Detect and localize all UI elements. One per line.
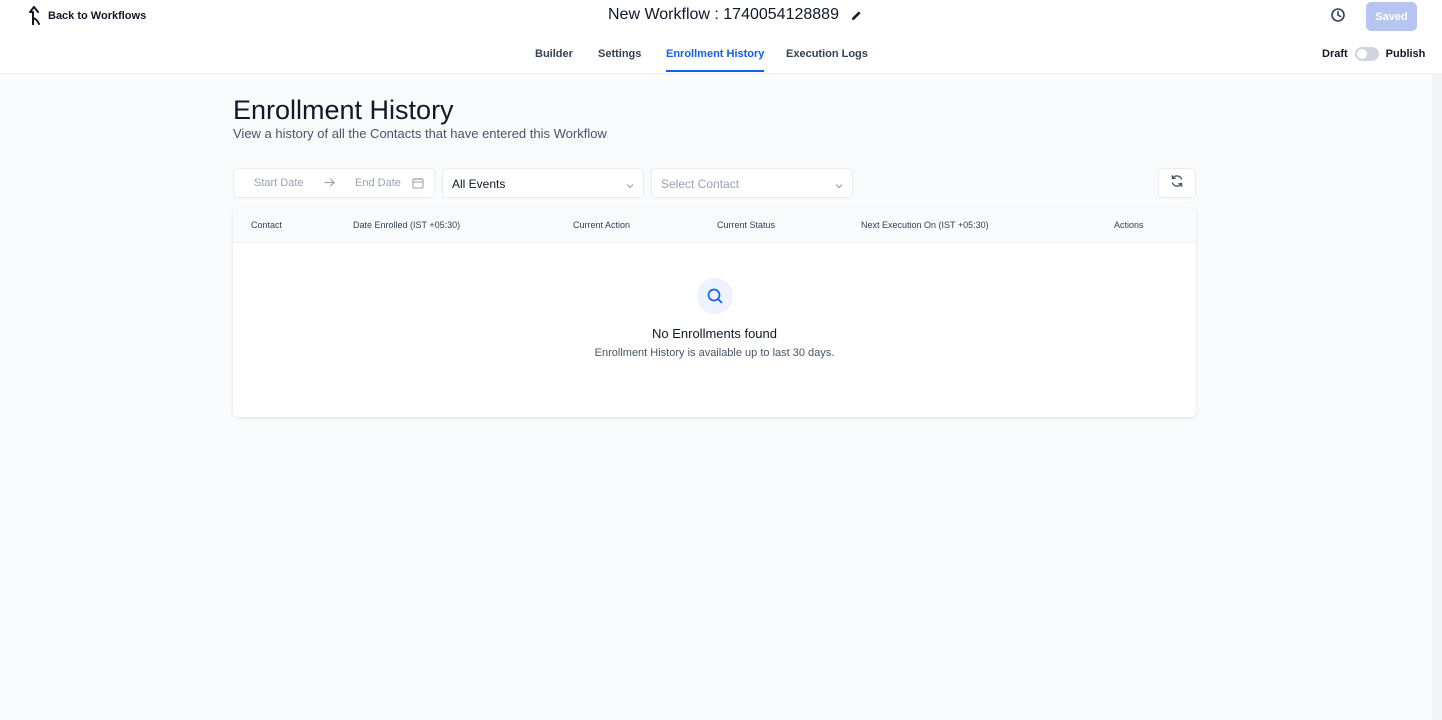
tab-enrollment-history[interactable]: Enrollment History bbox=[666, 40, 765, 72]
search-icon bbox=[697, 278, 733, 314]
workflow-title: New Workflow : 1740054128889 bbox=[608, 6, 839, 23]
contact-select-placeholder: Select Contact bbox=[661, 177, 740, 191]
page-subtitle: View a history of all the Contacts that … bbox=[233, 126, 607, 141]
contact-select[interactable]: Select Contact bbox=[651, 168, 853, 198]
events-select[interactable]: All Events bbox=[442, 168, 644, 198]
chevron-down-icon bbox=[625, 179, 635, 193]
page-title: Enrollment History bbox=[233, 95, 454, 125]
enrollment-table: Contact Date Enrolled (IST +05:30) Curre… bbox=[233, 208, 1196, 417]
draft-label: Draft bbox=[1322, 48, 1348, 60]
workflow-title-area: New Workflow : 1740054128889 bbox=[608, 5, 862, 25]
publish-toggle[interactable] bbox=[1354, 47, 1379, 61]
date-range-picker[interactable]: Start Date End Date bbox=[233, 168, 435, 198]
back-to-workflows-link[interactable]: Back to Workflows bbox=[28, 4, 146, 28]
back-link-label: Back to Workflows bbox=[48, 10, 147, 22]
pencil-icon[interactable] bbox=[851, 10, 862, 21]
refresh-button[interactable] bbox=[1158, 168, 1196, 198]
workflow-tabs: Builder Settings Enrollment History Exec… bbox=[0, 40, 1442, 72]
column-header-current-action: Current Action bbox=[573, 220, 631, 230]
top-bar: Back to Workflows New Workflow : 1740054… bbox=[0, 0, 1442, 74]
chevron-down-icon bbox=[834, 179, 844, 193]
events-select-value: All Events bbox=[452, 177, 506, 191]
empty-state-title: No Enrollments found bbox=[651, 326, 777, 341]
column-header-current-status: Current Status bbox=[717, 220, 776, 230]
page-scrollbar[interactable] bbox=[1432, 74, 1442, 720]
tab-execution-logs[interactable]: Execution Logs bbox=[786, 40, 868, 72]
refresh-icon bbox=[1170, 174, 1184, 193]
column-header-date-enrolled: Date Enrolled (IST +05:30) bbox=[353, 220, 461, 230]
tab-settings[interactable]: Settings bbox=[598, 40, 641, 72]
arrow-right-icon bbox=[324, 177, 336, 191]
column-header-actions: Actions bbox=[1114, 220, 1144, 230]
table-header: Contact Date Enrolled (IST +05:30) Curre… bbox=[233, 208, 1196, 243]
calendar-icon bbox=[412, 177, 424, 192]
publish-toggle-area: Draft Publish bbox=[1322, 46, 1425, 62]
publish-label: Publish bbox=[1385, 48, 1426, 60]
saved-button[interactable]: Saved bbox=[1366, 2, 1417, 31]
back-arrow-icon bbox=[28, 6, 42, 26]
end-date-input[interactable]: End Date bbox=[355, 177, 401, 189]
empty-state-subtitle: Enrollment History is available up to la… bbox=[594, 347, 835, 359]
column-header-next-execution: Next Execution On (IST +05:30) bbox=[861, 220, 989, 230]
version-history-icon[interactable] bbox=[1329, 6, 1347, 29]
column-header-contact: Contact bbox=[251, 220, 283, 230]
start-date-input[interactable]: Start Date bbox=[254, 177, 304, 189]
tab-builder[interactable]: Builder bbox=[535, 40, 573, 72]
